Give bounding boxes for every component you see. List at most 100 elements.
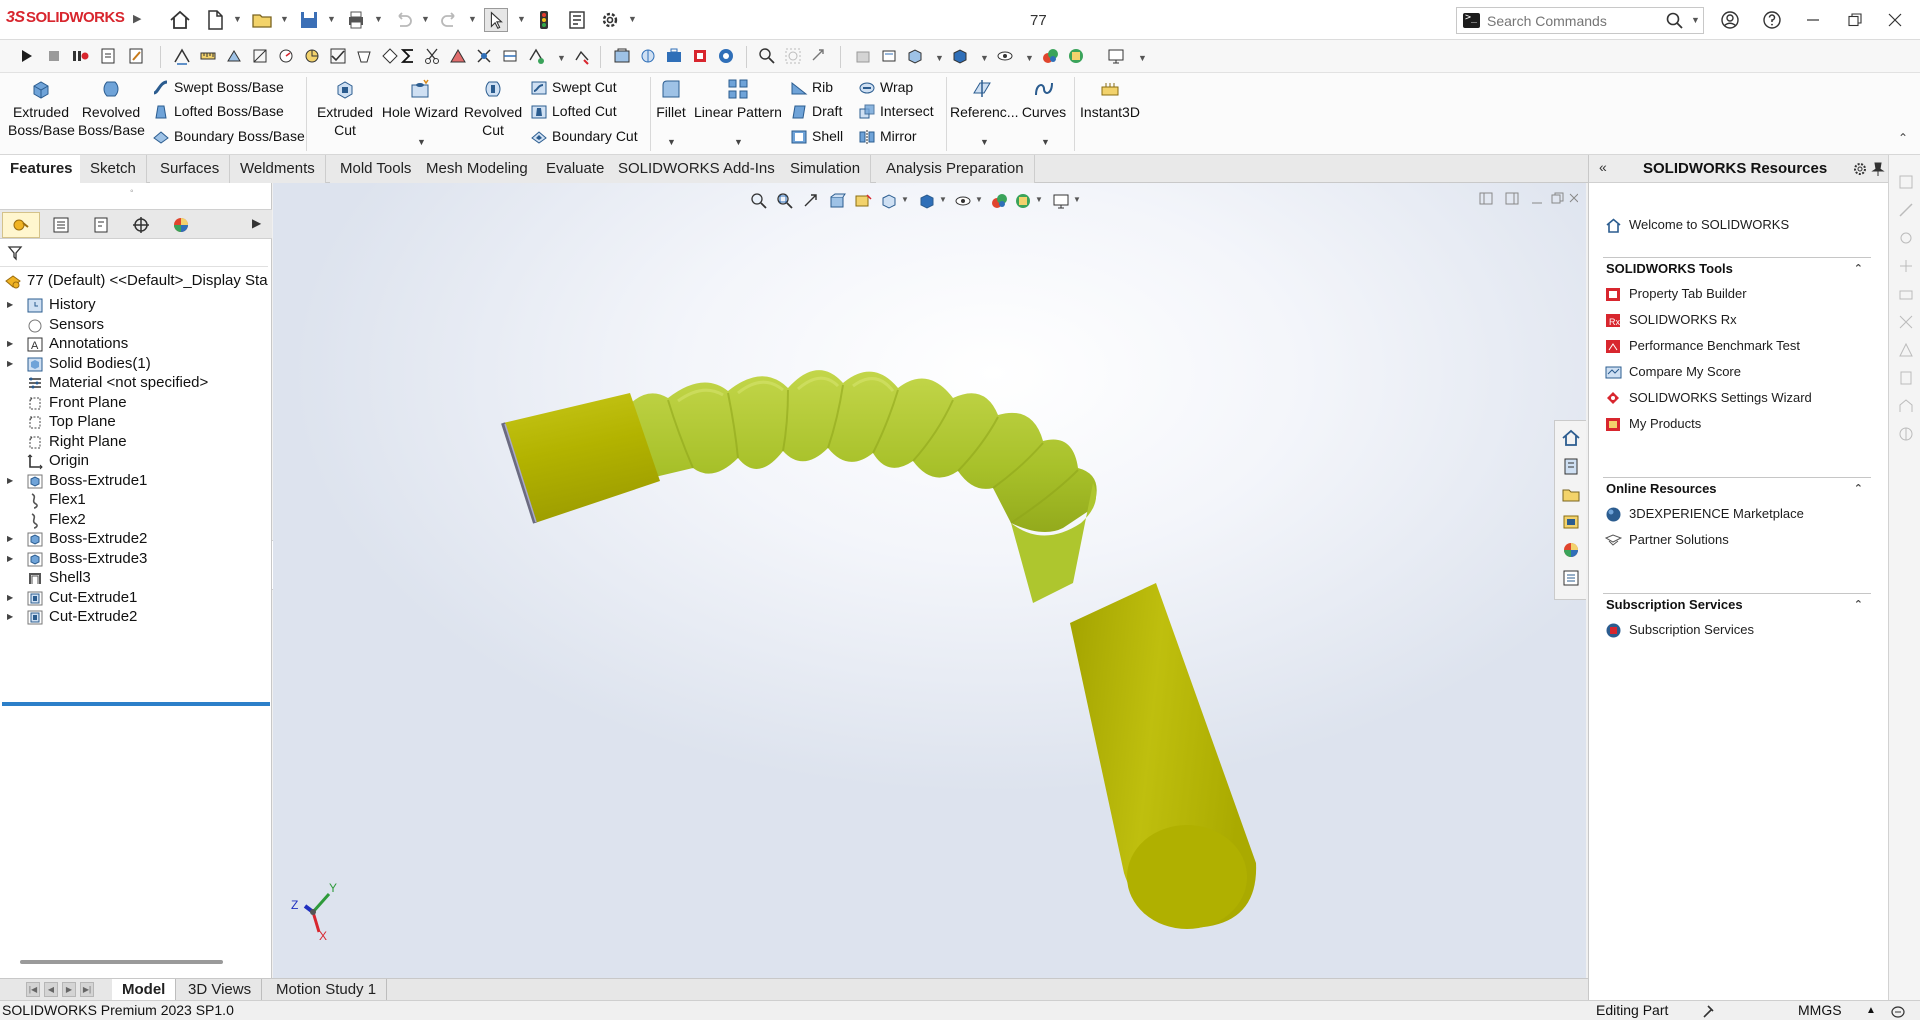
help-icon[interactable]	[1757, 6, 1787, 34]
tab-mold-tools[interactable]: Mold Tools	[330, 155, 423, 183]
extruded-cut-button[interactable]: Extruded Cut	[310, 73, 380, 139]
parting-line-analysis-icon[interactable]	[500, 46, 520, 66]
link-subscription-services[interactable]: Subscription Services	[1605, 619, 1754, 641]
undo-icon[interactable]	[391, 8, 415, 32]
search-icon[interactable]	[1665, 11, 1685, 31]
hole-wizard-button[interactable]: Hole Wizard	[380, 73, 460, 121]
bottom-tab-3d-views[interactable]: 3D Views	[178, 979, 263, 1001]
macro-stop-icon[interactable]	[44, 46, 64, 66]
collapse-section-icon[interactable]: ⌃	[1854, 478, 1863, 500]
section-properties-icon[interactable]	[250, 46, 270, 66]
design-library-icon[interactable]	[1560, 455, 1582, 477]
reference-dropdown[interactable]: ▼	[980, 137, 989, 147]
unit-system-dropdown[interactable]: ▲	[1866, 1001, 1876, 1020]
bottom-tab-motion-study-1[interactable]: Motion Study 1	[266, 979, 388, 1001]
prev-tab-arrow[interactable]: ◀	[44, 982, 58, 997]
smart-dimension-icon[interactable]	[172, 46, 192, 66]
swept-boss-button[interactable]: Swept Boss/Base	[150, 76, 284, 98]
next-tab-arrow[interactable]: ▶	[62, 982, 76, 997]
configuration-manager-tab[interactable]	[82, 212, 120, 238]
new-dropdown[interactable]: ▼	[233, 14, 242, 24]
geometry-analysis-icon[interactable]	[354, 46, 374, 66]
instant3d-button[interactable]: Instant3D	[1076, 73, 1144, 121]
link-partner-solutions[interactable]: Partner Solutions	[1605, 529, 1729, 551]
feature-works-icon[interactable]	[612, 46, 632, 66]
resources-home-icon[interactable]	[1560, 427, 1582, 449]
boundary-boss-button[interactable]: Boundary Boss/Base	[150, 125, 305, 147]
link-my-products[interactable]: My Products	[1605, 413, 1701, 435]
view-settings-icon[interactable]	[1106, 46, 1126, 66]
notification-icon[interactable]	[1890, 1003, 1906, 1019]
close-window-button[interactable]	[1880, 6, 1910, 34]
check-icon[interactable]	[328, 46, 348, 66]
display-style-icon[interactable]	[950, 46, 970, 66]
print-dropdown[interactable]: ▼	[374, 14, 383, 24]
previous-view-icon[interactable]	[809, 46, 829, 66]
tree-expand-arrow[interactable]: ▶	[7, 605, 13, 629]
zoom-area-icon[interactable]	[783, 46, 803, 66]
tab-evaluate[interactable]: Evaluate	[536, 155, 616, 183]
rail-tool-5-icon[interactable]	[1897, 285, 1915, 303]
display-style-dropdown[interactable]: ▼	[980, 53, 989, 63]
measure-icon[interactable]	[198, 46, 218, 66]
evaluate-dropdown[interactable]: ▼	[557, 53, 566, 63]
tab-simulation[interactable]: Simulation	[780, 155, 872, 183]
tab-analysis-preparation[interactable]: Analysis Preparation	[876, 155, 1035, 183]
options-gear-icon[interactable]	[598, 8, 622, 32]
rail-tool-4-icon[interactable]	[1897, 257, 1915, 275]
link-property-tab-builder[interactable]: Property Tab Builder	[1605, 283, 1747, 305]
feature-tree-tab[interactable]	[2, 212, 40, 238]
property-manager-tab[interactable]	[42, 212, 80, 238]
dynamic-annotation-icon[interactable]	[879, 46, 899, 66]
solidworks-logo[interactable]: 3SSOLIDWORKS	[6, 9, 125, 27]
hide-show-dropdown[interactable]: ▼	[1025, 53, 1034, 63]
intersect-button[interactable]: Intersect	[856, 100, 934, 122]
redo-dropdown[interactable]: ▼	[468, 14, 477, 24]
link-solidworks-settings-wizard[interactable]: SOLIDWORKS Settings Wizard	[1605, 387, 1812, 409]
view-orientation-dropdown[interactable]: ▼	[935, 53, 944, 63]
save-icon[interactable]	[297, 8, 321, 32]
print-icon[interactable]	[344, 8, 368, 32]
hide-show-items-icon[interactable]	[995, 46, 1015, 66]
swept-cut-button[interactable]: Swept Cut	[528, 76, 617, 98]
equations-sigma-icon[interactable]	[398, 46, 418, 66]
tab-surfaces[interactable]: Surfaces	[150, 155, 231, 183]
save-dropdown[interactable]: ▼	[327, 14, 336, 24]
toolbox-icon[interactable]	[664, 46, 684, 66]
menu-expand-arrow[interactable]: ▶	[133, 12, 143, 26]
zoom-to-fit-icon[interactable]	[757, 46, 777, 66]
minimize-window-button[interactable]	[1798, 6, 1828, 34]
revolved-boss-button[interactable]: Revolved Boss/Base	[78, 73, 145, 139]
tab-features[interactable]: Features	[0, 155, 84, 183]
undercut-analysis-icon[interactable]	[474, 46, 494, 66]
redo-icon[interactable]	[438, 8, 462, 32]
unit-system-text[interactable]: MMGS	[1798, 1001, 1842, 1020]
section-solidworks-tools[interactable]: SOLIDWORKS Tools ⌃	[1603, 257, 1871, 279]
symmetry-check-icon[interactable]	[526, 46, 546, 66]
hole-wizard-dropdown[interactable]: ▼	[417, 137, 426, 147]
sensor-toolbar-icon[interactable]	[276, 46, 296, 66]
tree-filter-bar[interactable]	[0, 239, 268, 267]
rebuild-status-icon[interactable]	[1700, 1003, 1716, 1019]
search-input[interactable]	[1487, 11, 1657, 31]
new-document-icon[interactable]	[203, 8, 227, 32]
macro-edit-icon[interactable]	[126, 46, 146, 66]
mass-properties-icon[interactable]	[224, 46, 244, 66]
select-dropdown[interactable]: ▼	[517, 14, 526, 24]
rib-button[interactable]: Rib	[788, 76, 833, 98]
tab-sketch[interactable]: Sketch	[80, 155, 147, 183]
mirror-button[interactable]: Mirror	[856, 125, 917, 147]
search-commands-box[interactable]: ▼	[1456, 7, 1704, 34]
tab-weldments[interactable]: Weldments	[230, 155, 326, 183]
rail-tool-6-icon[interactable]	[1897, 313, 1915, 331]
tree-horizontal-scrollbar[interactable]	[20, 960, 223, 964]
draft-button[interactable]: Draft	[788, 100, 842, 122]
task-pane-back-icon[interactable]: «	[1599, 159, 1607, 175]
rail-tool-3-icon[interactable]	[1897, 229, 1915, 247]
open-dropdown[interactable]: ▼	[280, 14, 289, 24]
link-performance-benchmark-test[interactable]: Performance Benchmark Test	[1605, 335, 1800, 357]
lofted-boss-button[interactable]: Lofted Boss/Base	[150, 100, 284, 122]
revolved-cut-button[interactable]: Revolved Cut	[463, 73, 523, 139]
section-view-icon[interactable]	[853, 46, 873, 66]
wrap-button[interactable]: Wrap	[856, 76, 913, 98]
